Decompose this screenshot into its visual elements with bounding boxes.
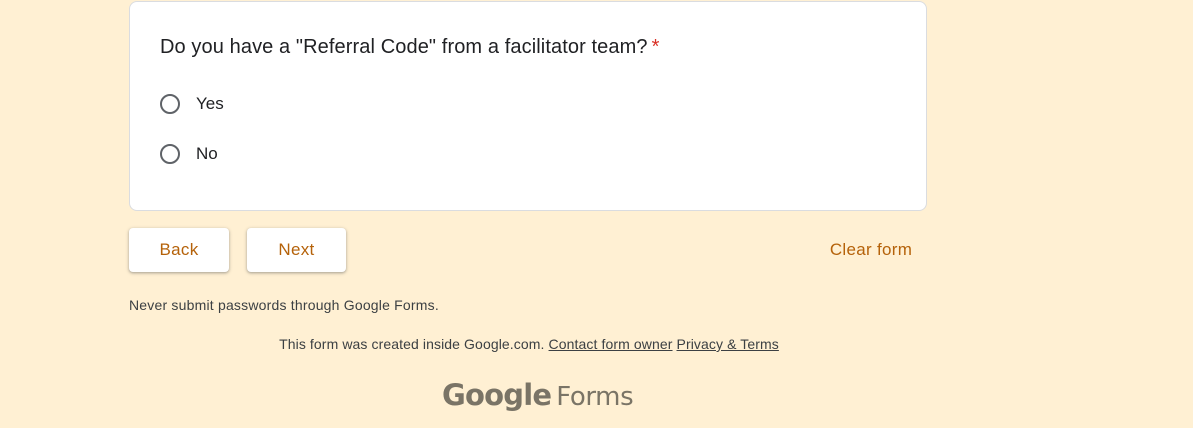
clear-form-button[interactable]: Clear form xyxy=(812,228,930,272)
radio-no-button[interactable] xyxy=(160,144,180,164)
google-forms-logo[interactable]: Google Forms xyxy=(442,378,634,412)
required-asterisk: * xyxy=(651,36,660,58)
footer-created-text: This form was created inside Google.com. xyxy=(279,336,545,352)
next-button[interactable]: Next xyxy=(247,228,346,272)
brand-forms-text: Forms xyxy=(556,382,634,412)
option-yes-label[interactable]: Yes xyxy=(196,94,224,114)
question-text: Do you have a "Referral Code" from a fac… xyxy=(160,36,648,58)
question-title: Do you have a "Referral Code" from a fac… xyxy=(160,36,660,59)
option-yes[interactable]: Yes xyxy=(160,94,224,114)
radio-yes-button[interactable] xyxy=(160,94,180,114)
question-card: Do you have a "Referral Code" from a fac… xyxy=(129,1,927,211)
password-warning: Never submit passwords through Google Fo… xyxy=(129,297,439,313)
privacy-terms-link[interactable]: Privacy & Terms xyxy=(677,336,779,352)
brand-google-text: Google xyxy=(442,378,552,412)
contact-owner-link[interactable]: Contact form owner xyxy=(549,336,673,352)
back-button[interactable]: Back xyxy=(129,228,229,272)
footer: This form was created inside Google.com.… xyxy=(0,336,1058,352)
option-no-label[interactable]: No xyxy=(196,144,218,164)
option-no[interactable]: No xyxy=(160,144,218,164)
